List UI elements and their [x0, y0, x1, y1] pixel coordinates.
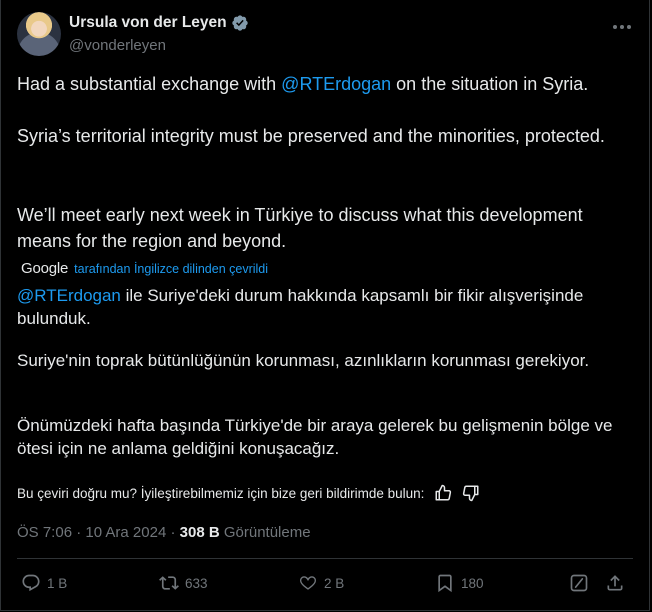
author-name[interactable]: Ursula von der Leyen [69, 14, 227, 32]
more-icon[interactable] [611, 16, 633, 38]
divider [17, 558, 633, 559]
thumbs-down-icon[interactable] [462, 484, 480, 502]
tweet-time[interactable]: ÖS 7:06 [17, 524, 72, 541]
like-button[interactable]: 2 B [298, 573, 344, 593]
repost-icon [159, 576, 179, 590]
translation-feedback: Bu çeviri doğru mu? İyileştirebilmemiz i… [17, 484, 480, 502]
repost-count: 633 [185, 575, 208, 591]
action-bar: 1 B 633 2 B 180 [17, 573, 633, 599]
tweet-header: Ursula von der Leyen @vonderleyen [17, 12, 633, 60]
grok-icon [570, 574, 588, 592]
translated-paragraph-3: Önümüzdeki hafta başında Türkiye'de bir … [17, 416, 613, 458]
tweet-meta: ÖS 7:06 · 10 Ara 2024 · 308 B Görüntülem… [17, 524, 311, 541]
meta-separator: · [170, 524, 176, 541]
feedback-text: Bu çeviri doğru mu? İyileştirebilmemiz i… [17, 485, 425, 501]
verified-badge-icon [231, 15, 248, 31]
avatar[interactable] [17, 12, 61, 56]
mention-link[interactable]: @RTErdogan [281, 74, 391, 94]
translated-mention-link[interactable]: @RTErdogan [17, 286, 121, 305]
tweet-card: Ursula von der Leyen @vonderleyen Had a … [0, 0, 650, 611]
reply-icon [22, 574, 40, 592]
translated-by-link[interactable]: tarafından İngilizce dilinden çevrildi [74, 262, 268, 276]
share-button[interactable] [605, 573, 625, 593]
like-icon [299, 576, 317, 590]
tweet-paragraph-3: We’ll meet early next week in Türkiye to… [17, 205, 583, 251]
tweet-date[interactable]: 10 Ara 2024 [85, 524, 166, 541]
tweet-paragraph-2: Syria’s territorial integrity must be pr… [17, 126, 605, 146]
author-name-row[interactable]: Ursula von der Leyen [69, 14, 249, 32]
text-segment: on the situation in Syria. [391, 74, 589, 94]
translated-paragraph-1: @RTErdogan ile Suriye'deki durum hakkınd… [17, 284, 629, 330]
author-handle[interactable]: @vonderleyen [69, 37, 166, 54]
text-segment: Had a substantial exchange with [17, 74, 282, 94]
bookmark-count: 180 [461, 575, 484, 591]
grok-button[interactable] [569, 573, 589, 593]
reply-button[interactable]: 1 B [21, 573, 67, 593]
google-logo: Google [21, 260, 69, 277]
like-count: 2 B [324, 575, 345, 591]
share-icon [607, 575, 623, 591]
bookmark-button[interactable]: 180 [435, 573, 484, 593]
tweet-paragraph-1: Had a substantial exchange with @RTErdog… [17, 72, 588, 98]
repost-button[interactable]: 633 [159, 573, 208, 593]
reply-count: 1 B [47, 575, 68, 591]
views-count: 308 B [179, 524, 220, 541]
bookmark-icon [438, 574, 452, 593]
views-label: Görüntüleme [223, 524, 311, 541]
translated-paragraph-2: Suriye'nin toprak bütünlüğünün korunması… [17, 351, 590, 370]
translation-attribution: Google tarafından İngilizce dilinden çev… [21, 260, 268, 277]
meta-separator: · [76, 524, 82, 541]
thumbs-up-icon[interactable] [434, 484, 452, 502]
